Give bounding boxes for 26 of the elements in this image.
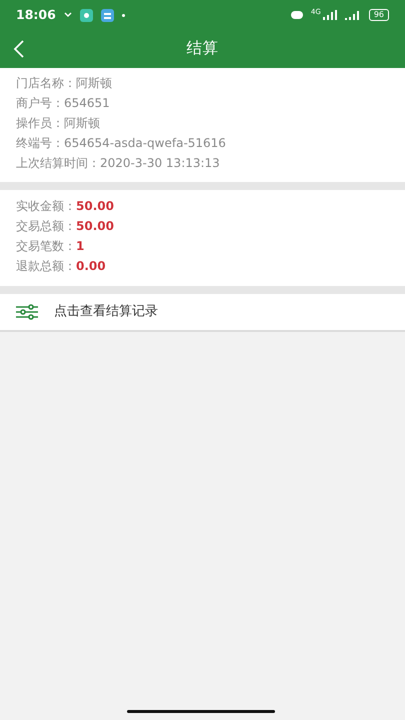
- signal-icon: [322, 10, 337, 20]
- info-line: 操作员：阿斯顿: [16, 115, 101, 132]
- summary-value: 50.00: [76, 198, 114, 215]
- summary-value: 50.00: [76, 218, 114, 235]
- app-icon: [100, 8, 114, 22]
- status-time: 18:06: [16, 6, 56, 24]
- summary-label: 交易笔数：: [16, 238, 76, 255]
- summary-label: 交易总额：: [16, 218, 76, 235]
- page-title: 结算: [186, 38, 218, 60]
- info-line: 门店名称：阿斯顿: [16, 75, 113, 92]
- filter-icon: [16, 304, 38, 320]
- summary-label: 实收金额：: [16, 198, 76, 215]
- signal-icon: [344, 10, 361, 20]
- chevron-icon: [64, 12, 72, 18]
- summary-label: 退款总额：: [16, 258, 76, 275]
- records-link[interactable]: 点击查看结算记录: [0, 294, 405, 332]
- battery-indicator: 96: [368, 9, 389, 21]
- back-icon: [12, 39, 26, 59]
- info-line: 终端号：654654-asda-qwefa-51616: [16, 135, 227, 152]
- info-line: 上次结算时间：2020-3-30 13:13:13: [16, 155, 221, 172]
- info-line: 商户号：654651: [16, 95, 111, 112]
- summary-value: 0.00: [76, 258, 106, 275]
- hd-icon: [290, 11, 303, 19]
- dot-icon: [122, 14, 125, 16]
- app-icon: [80, 8, 93, 22]
- summary-value: 1: [76, 238, 84, 255]
